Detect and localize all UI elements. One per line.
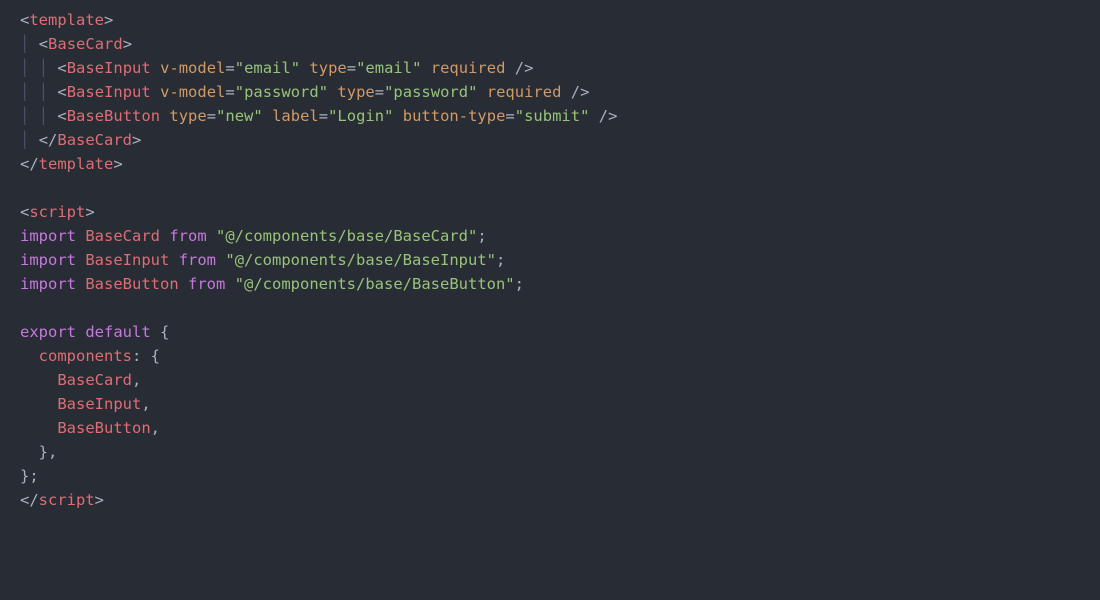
- code-line: </template>: [20, 155, 123, 173]
- code-line: │ <BaseCard>: [20, 35, 132, 53]
- code-line: │ │ <BaseButton type="new" label="Login"…: [20, 107, 617, 125]
- code-line: components: {: [20, 347, 160, 365]
- code-line: <template>: [20, 11, 113, 29]
- code-line: };: [20, 467, 39, 485]
- code-line: import BaseButton from "@/components/bas…: [20, 275, 524, 293]
- code-line: import BaseCard from "@/components/base/…: [20, 227, 487, 245]
- code-line: BaseInput,: [20, 395, 151, 413]
- blank-line: [20, 179, 29, 197]
- code-line: │ │ <BaseInput v-model="password" type="…: [20, 83, 589, 101]
- code-line: </script>: [20, 491, 104, 509]
- code-line: BaseButton,: [20, 419, 160, 437]
- code-line: │ </BaseCard>: [20, 131, 141, 149]
- code-line: BaseCard,: [20, 371, 141, 389]
- code-line: <script>: [20, 203, 95, 221]
- code-editor[interactable]: <template> │ <BaseCard> │ │ <BaseInput v…: [0, 0, 1100, 512]
- blank-line: [20, 299, 29, 317]
- code-line: │ │ <BaseInput v-model="email" type="ema…: [20, 59, 533, 77]
- code-line: },: [20, 443, 57, 461]
- code-line: import BaseInput from "@/components/base…: [20, 251, 505, 269]
- code-line: export default {: [20, 323, 169, 341]
